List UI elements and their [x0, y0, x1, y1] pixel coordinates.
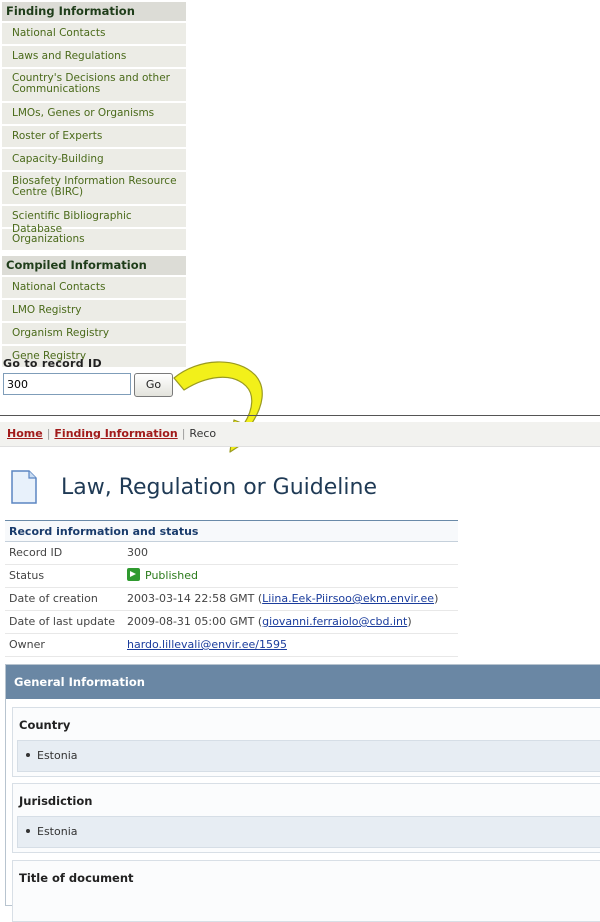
record-id-input[interactable] — [3, 373, 131, 395]
date-of-last-update-value: 2009-08-31 05:00 GMT — [127, 615, 255, 628]
general-information-panel: General Information Country Estonia Juri… — [5, 664, 600, 922]
jurisdiction-title: Jurisdiction — [19, 794, 93, 808]
country-title: Country — [19, 718, 71, 732]
sidebar-item-capacity-building[interactable]: Capacity-Building — [2, 149, 186, 170]
status-label: Status — [9, 569, 45, 582]
screenshot-divider — [0, 415, 600, 416]
country-value-row: Estonia — [17, 740, 600, 772]
breadcrumb-current: Reco — [189, 427, 217, 440]
sidebar-nav: Finding Information National Contacts La… — [2, 2, 186, 369]
owner-link[interactable]: hardo.lillevali@envir.ee/1595 — [127, 638, 287, 651]
title-of-document-field: Title of document — [12, 860, 600, 922]
record-id-label: Record ID — [9, 546, 63, 559]
record-row-updated: Date of last update 2009-08-31 05:00 GMT… — [5, 611, 458, 634]
compiled-information-header: Compiled Information — [2, 256, 186, 275]
goto-record-form: Go to record ID Go — [3, 357, 173, 397]
page-title: Law, Regulation or Guideline — [61, 475, 377, 500]
country-value: Estonia — [37, 749, 78, 762]
sidebar-item-lmos-genes-organisms[interactable]: LMOs, Genes or Organisms — [2, 103, 186, 124]
finding-information-header: Finding Information — [2, 2, 186, 21]
record-information-header: Record information and status — [5, 520, 458, 542]
sidebar-item-organism-registry[interactable]: Organism Registry — [2, 323, 186, 344]
sidebar-item-scientific-bibliographic-database[interactable]: Scientific Bibliographic Database — [2, 206, 186, 235]
record-id-value: 300 — [127, 546, 148, 559]
jurisdiction-value: Estonia — [37, 825, 78, 838]
record-information-panel: Record information and status Record ID … — [5, 520, 458, 657]
jurisdiction-value-row: Estonia — [17, 816, 600, 848]
breadcrumb-home-link[interactable]: Home — [7, 427, 43, 440]
breadcrumb: Home | Finding Information | Reco — [0, 422, 600, 447]
updater-email-link[interactable]: giovanni.ferraiolo@cbd.int — [262, 615, 407, 628]
date-of-creation-value: 2003-03-14 22:58 GMT — [127, 592, 255, 605]
published-arrow-icon — [127, 568, 140, 581]
country-field: Country Estonia — [12, 707, 600, 777]
record-row-created: Date of creation 2003-03-14 22:58 GMT (L… — [5, 588, 458, 611]
sidebar-item-national-contacts[interactable]: National Contacts — [2, 23, 186, 44]
general-information-header: General Information — [6, 665, 600, 699]
sidebar-item-lmo-registry[interactable]: LMO Registry — [2, 300, 186, 321]
sidebar-item-organizations[interactable]: Organizations — [2, 229, 186, 250]
document-icon — [11, 470, 37, 504]
sidebar-item-roster-of-experts[interactable]: Roster of Experts — [2, 126, 186, 147]
sidebar-item-compiled-national-contacts[interactable]: National Contacts — [2, 277, 186, 298]
sidebar-item-country-decisions[interactable]: Country's Decisions and other Communicat… — [2, 69, 186, 101]
status-value: Published — [145, 569, 198, 582]
record-row-id: Record ID 300 — [5, 542, 458, 565]
record-row-owner: Owner hardo.lillevali@envir.ee/1595 — [5, 634, 458, 657]
jurisdiction-field: Jurisdiction Estonia — [12, 783, 600, 853]
breadcrumb-finding-information-link[interactable]: Finding Information — [54, 427, 177, 440]
date-of-last-update-label: Date of last update — [9, 615, 115, 628]
creator-email-link[interactable]: Liina.Eek-Piirsoo@ekm.envir.ee — [262, 592, 434, 605]
sidebar-item-laws-and-regulations[interactable]: Laws and Regulations — [2, 46, 186, 67]
owner-label: Owner — [9, 638, 45, 651]
goto-record-label: Go to record ID — [3, 357, 102, 370]
record-row-status: Status Published — [5, 565, 458, 588]
date-of-creation-label: Date of creation — [9, 592, 98, 605]
sidebar-item-birc[interactable]: Biosafety Information Resource Centre (B… — [2, 172, 186, 204]
title-of-document-title: Title of document — [19, 871, 134, 885]
